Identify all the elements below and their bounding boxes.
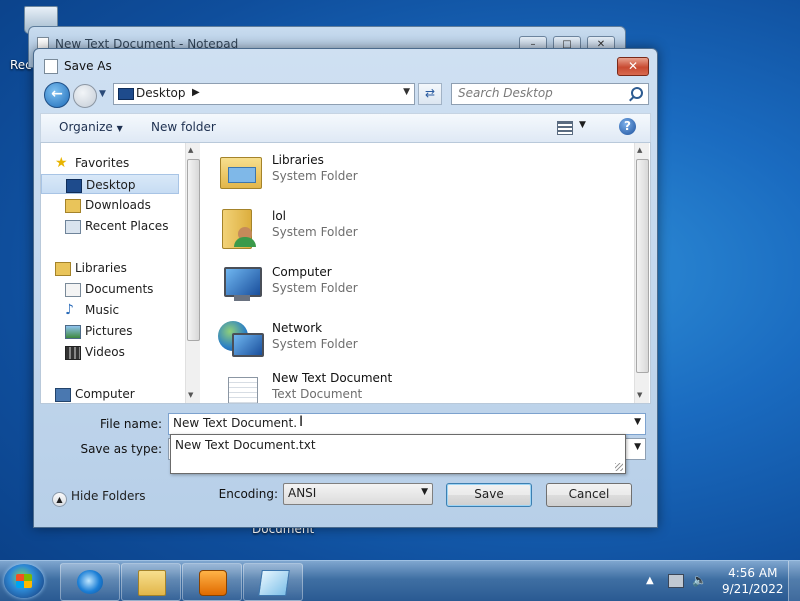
list-item[interactable]: Computer System Folder — [200, 255, 620, 305]
encoding-label: Encoding: — [218, 487, 278, 501]
network-status-icon[interactable] — [668, 574, 684, 588]
forward-button[interactable] — [73, 84, 97, 108]
notepad-taskbar-button[interactable] — [243, 563, 303, 601]
pictures-icon — [65, 325, 81, 339]
resize-grip-icon[interactable] — [615, 463, 623, 471]
encoding-dropdown-icon[interactable]: ▼ — [421, 487, 428, 497]
scroll-thumb[interactable] — [636, 159, 649, 373]
dialog-title: Save As — [64, 59, 112, 73]
computer-icon — [218, 263, 262, 303]
organize-button[interactable]: Organize ▼ — [59, 120, 123, 134]
list-item[interactable]: Network System Folder — [200, 311, 620, 361]
clock-time: 4:56 AM — [728, 566, 778, 580]
change-view-icon[interactable] — [557, 121, 573, 135]
nav-item-music[interactable]: ♪ Music — [41, 300, 179, 320]
chevron-up-icon: ▲ — [52, 492, 67, 507]
nav-item-pictures[interactable]: Pictures — [41, 321, 179, 341]
libraries-folder-icon — [218, 151, 262, 191]
internet-explorer-taskbar-button[interactable] — [60, 563, 120, 601]
help-icon[interactable]: ? — [619, 118, 636, 135]
hide-folders-button[interactable]: ▲ Hide Folders — [52, 489, 146, 507]
search-input[interactable]: Search Desktop — [451, 83, 649, 105]
nav-item-libraries[interactable]: Libraries — [41, 258, 179, 278]
scroll-up-icon[interactable]: ▲ — [637, 146, 642, 154]
file-name-dropdown-icon[interactable]: ▼ — [634, 417, 641, 427]
list-item[interactable]: Libraries System Folder — [200, 143, 620, 193]
nav-item-desktop[interactable]: Desktop — [41, 174, 179, 194]
notepad-icon — [258, 570, 290, 596]
search-icon[interactable] — [631, 87, 643, 99]
media-player-icon — [199, 570, 227, 596]
text-cursor-icon: I — [299, 414, 304, 430]
nav-item-downloads[interactable]: Downloads — [41, 195, 179, 215]
media-player-taskbar-button[interactable] — [182, 563, 242, 601]
browser-pane: ★ Favorites Desktop Downloads Recent Pla… — [40, 142, 651, 404]
nav-item-recent-places[interactable]: Recent Places — [41, 216, 179, 236]
save-button[interactable]: Save — [446, 483, 532, 507]
breadcrumb-arrow-icon[interactable]: ▶ — [192, 87, 200, 98]
file-name-value[interactable]: New Text Document. — [173, 416, 297, 430]
star-icon: ★ — [55, 155, 68, 171]
libraries-icon — [55, 262, 71, 276]
desktop-icon — [118, 88, 134, 100]
navigation-scrollbar[interactable]: ▲ ▼ — [185, 143, 200, 403]
show-desktop-button[interactable] — [788, 561, 800, 601]
autocomplete-dropdown: New Text Document.txt — [170, 434, 626, 474]
downloads-folder-icon — [65, 199, 81, 213]
nav-item-videos[interactable]: Videos — [41, 342, 179, 362]
file-list-scrollbar[interactable]: ▲ ▼ — [634, 143, 649, 403]
back-button[interactable]: ← — [44, 82, 70, 108]
address-location[interactable]: Desktop — [136, 86, 186, 100]
list-item[interactable]: New Text Document Text Document — [200, 361, 620, 403]
documents-icon — [65, 283, 81, 297]
file-name-label: File name: — [100, 417, 162, 431]
notepad-icon — [44, 59, 58, 74]
recent-places-icon — [65, 220, 81, 234]
address-bar[interactable]: Desktop ▶ ▼ — [113, 83, 415, 105]
scroll-down-icon[interactable]: ▼ — [637, 391, 642, 399]
file-list: Libraries System Folder lol System Folde… — [200, 143, 632, 403]
nav-item-computer[interactable]: Computer — [41, 384, 179, 403]
encoding-select[interactable]: ANSI ▼ — [283, 483, 433, 505]
scroll-thumb[interactable] — [187, 159, 200, 341]
scroll-down-icon[interactable]: ▼ — [188, 391, 193, 399]
cancel-button[interactable]: Cancel — [546, 483, 632, 507]
music-icon: ♪ — [65, 302, 74, 318]
new-folder-button[interactable]: New folder — [151, 120, 216, 134]
list-item[interactable]: lol System Folder — [200, 199, 620, 249]
encoding-value: ANSI — [288, 486, 317, 500]
search-placeholder: Search Desktop — [458, 86, 553, 100]
text-document-icon — [218, 369, 260, 403]
address-dropdown-icon[interactable]: ▼ — [403, 87, 410, 97]
toolbar: Organize ▼ New folder ▼ ? — [40, 113, 651, 143]
user-folder-icon — [218, 207, 260, 249]
taskbar: ▲ 🔈 4:56 AM 9/21/2022 — [0, 560, 800, 601]
nav-item-documents[interactable]: Documents — [41, 279, 179, 299]
show-hidden-icons-icon[interactable]: ▲ — [646, 575, 654, 586]
close-button[interactable]: ✕ — [617, 57, 649, 76]
navigation-pane: ★ Favorites Desktop Downloads Recent Pla… — [41, 143, 185, 403]
folder-icon — [138, 570, 166, 596]
view-dropdown-icon[interactable]: ▼ — [579, 120, 586, 130]
autocomplete-option[interactable]: New Text Document.txt — [175, 438, 316, 452]
network-icon — [218, 319, 264, 359]
start-button[interactable] — [4, 564, 44, 598]
nav-item-favorites[interactable]: ★ Favorites — [41, 153, 179, 173]
volume-muted-icon[interactable]: 🔈 — [692, 574, 707, 586]
save-as-dialog: Save As ✕ ← ▼ Desktop ▶ ▼ ⇄ Search Deskt… — [33, 48, 658, 528]
internet-explorer-icon — [77, 570, 103, 594]
desktop-icon — [66, 179, 82, 193]
refresh-button[interactable]: ⇄ — [418, 83, 442, 105]
save-as-type-dropdown-icon[interactable]: ▼ — [634, 442, 641, 452]
file-name-field[interactable]: New Text Document. I ▼ — [168, 413, 646, 435]
file-explorer-taskbar-button[interactable] — [121, 563, 181, 601]
save-as-type-label: Save as type: — [80, 442, 162, 456]
videos-icon — [65, 346, 81, 360]
recent-locations-dropdown[interactable]: ▼ — [99, 89, 106, 99]
scroll-up-icon[interactable]: ▲ — [188, 146, 193, 154]
clock-date: 9/21/2022 — [722, 582, 784, 596]
computer-icon — [55, 388, 71, 402]
clock[interactable]: 4:56 AM 9/21/2022 — [722, 565, 784, 597]
windows-logo-icon — [16, 574, 32, 588]
